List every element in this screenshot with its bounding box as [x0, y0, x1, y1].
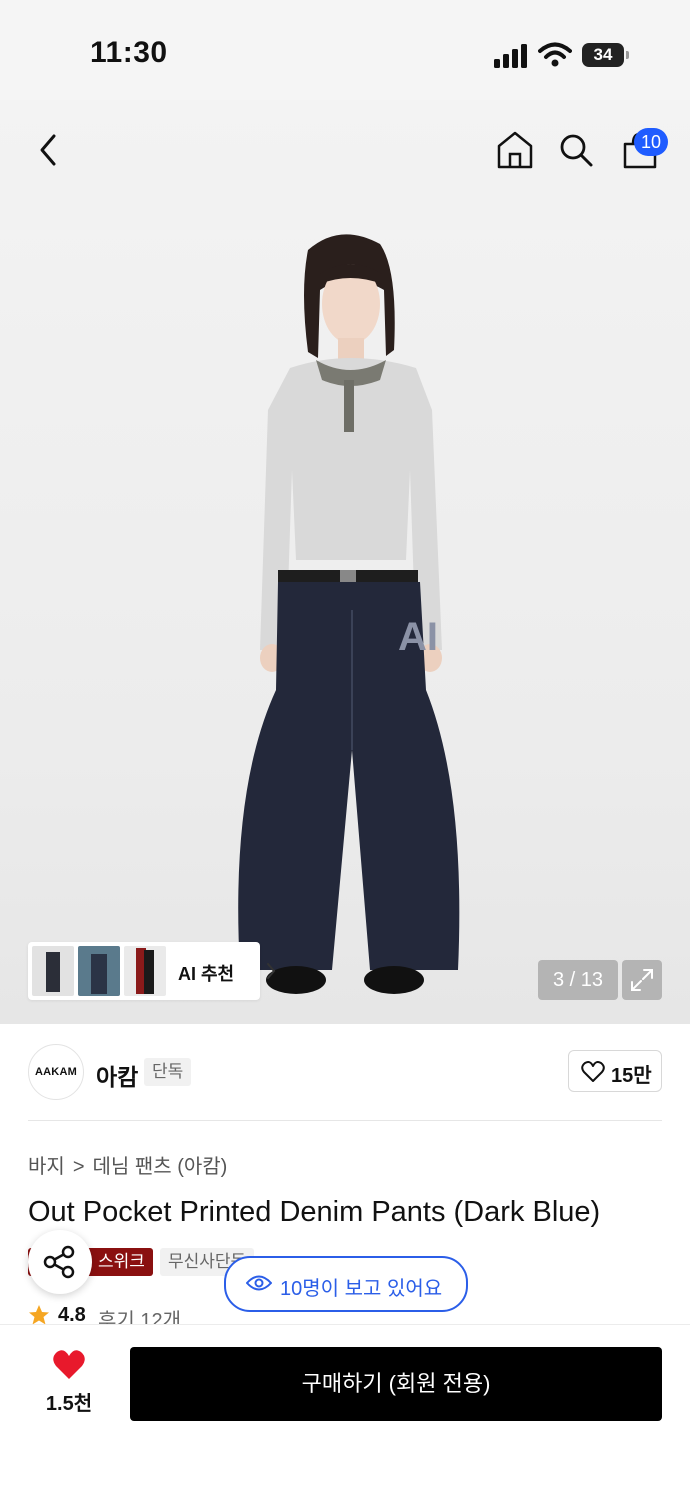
- share-icon: [43, 1245, 75, 1279]
- divider: [28, 1120, 662, 1121]
- share-button[interactable]: [28, 1230, 92, 1294]
- status-time: 11:30: [90, 36, 168, 69]
- heart-filled-icon: [53, 1350, 85, 1379]
- chevron-right-icon: [267, 963, 276, 979]
- home-icon[interactable]: [496, 130, 534, 170]
- wifi-icon: [538, 42, 572, 67]
- ai-thumb-1[interactable]: [32, 946, 74, 996]
- brand-name[interactable]: 아캄: [96, 1058, 138, 1092]
- breadcrumb: 바지 > 데님 팬츠 (아캄): [28, 1150, 227, 1179]
- brand-like-button[interactable]: 15만: [568, 1050, 662, 1092]
- model-photo: AI: [238, 234, 460, 994]
- bottom-action-bar: 1.5천 구매하기 (회원 전용): [0, 1324, 690, 1501]
- image-counter: 3 / 13: [538, 960, 618, 1000]
- cellular-signal-icon: [494, 44, 527, 68]
- search-icon[interactable]: [558, 132, 594, 168]
- exclusive-tag: 단독: [144, 1058, 192, 1086]
- heart-outline-icon: [581, 1061, 605, 1082]
- product-image-gallery[interactable]: 10 AI AI 추천 3 / 13: [0, 100, 690, 1024]
- brand-logo[interactable]: AAKAM: [28, 1044, 84, 1100]
- breadcrumb-separator: >: [72, 1156, 85, 1178]
- brand-like-count: 15만: [611, 1065, 652, 1087]
- ai-thumb-2[interactable]: [78, 946, 120, 996]
- ai-recommend-label: AI 추천: [178, 964, 235, 984]
- viewers-now-pill[interactable]: 10명이 보고 있어요: [224, 1256, 468, 1312]
- eye-icon: [246, 1275, 272, 1291]
- ai-recommend-button[interactable]: AI 추천: [28, 942, 276, 1000]
- breadcrumb-item[interactable]: 데님 팬츠 (아캄): [93, 1156, 228, 1178]
- viewers-text: 10명이 보고 있어요: [280, 1278, 443, 1300]
- product-title: Out Pocket Printed Denim Pants (Dark Blu…: [28, 1196, 601, 1228]
- svg-text:AI: AI: [398, 615, 438, 659]
- star-icon: [29, 1305, 49, 1325]
- breadcrumb-item[interactable]: 바지: [28, 1156, 65, 1178]
- expand-icon[interactable]: [622, 960, 662, 1000]
- wishlist-button[interactable]: 1.5천: [34, 1345, 104, 1421]
- wishlist-count: 1.5천: [45, 1393, 93, 1415]
- back-icon[interactable]: [32, 130, 64, 170]
- cart-count-badge: 10: [634, 128, 668, 156]
- buy-button[interactable]: 구매하기 (회원 전용): [130, 1347, 662, 1421]
- battery-tip: [626, 51, 629, 59]
- battery-indicator: 34: [582, 43, 624, 67]
- ai-thumb-3[interactable]: [124, 946, 166, 996]
- status-bar: 11:30 34: [0, 0, 690, 100]
